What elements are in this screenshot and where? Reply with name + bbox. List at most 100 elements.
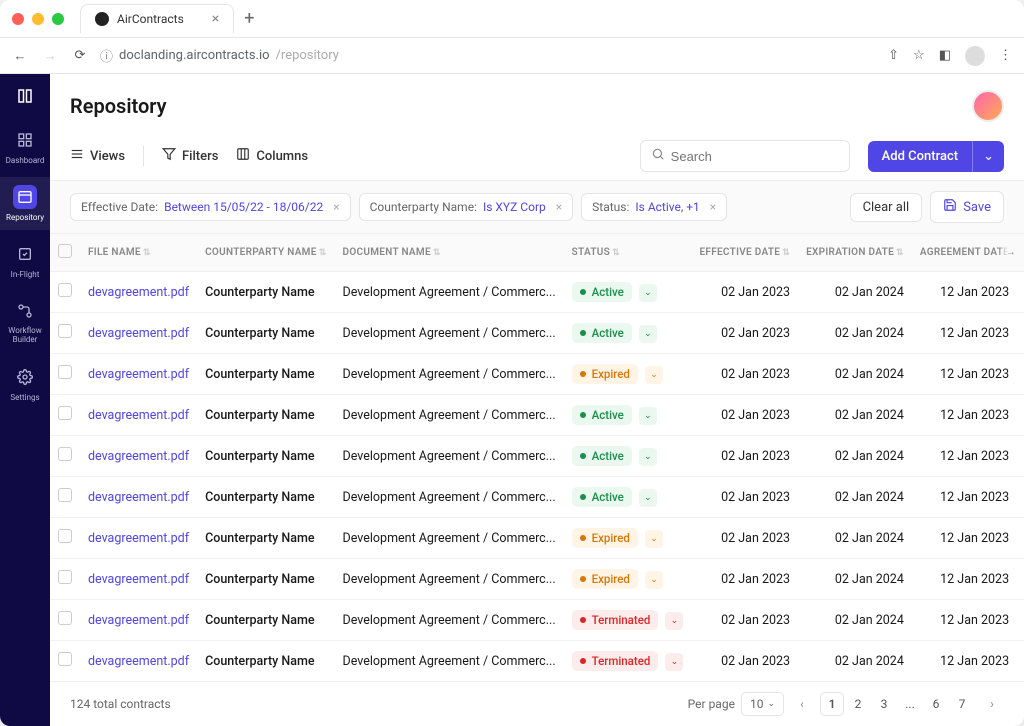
table-row[interactable]: devagreement.pdf Counterparty Name Devel… bbox=[50, 272, 1024, 313]
minimize-window-icon[interactable] bbox=[32, 13, 44, 25]
table-row[interactable]: devagreement.pdf Counterparty Name Devel… bbox=[50, 354, 1024, 395]
col-expiration[interactable]: EXPIRATION DATE⇅ bbox=[798, 234, 912, 272]
sidebar-item-dashboard[interactable]: Dashboard bbox=[0, 120, 50, 173]
status-dropdown-icon[interactable]: ⌄ bbox=[639, 284, 657, 302]
row-checkbox[interactable] bbox=[58, 324, 72, 338]
chip-remove-icon[interactable]: × bbox=[333, 200, 339, 214]
table-row[interactable]: devagreement.pdf Counterparty Name Devel… bbox=[50, 641, 1024, 682]
app-logo-icon[interactable] bbox=[13, 84, 37, 108]
add-contract-split-button: Add Contract ⌄ bbox=[868, 141, 1004, 172]
file-link[interactable]: devagreement.pdf bbox=[88, 613, 189, 628]
table-row[interactable]: devagreement.pdf Counterparty Name Devel… bbox=[50, 313, 1024, 354]
views-button[interactable]: Views bbox=[70, 147, 125, 165]
table-row[interactable]: devagreement.pdf Counterparty Name Devel… bbox=[50, 600, 1024, 641]
forward-icon[interactable]: → bbox=[42, 48, 58, 64]
filters-button[interactable]: Filters bbox=[162, 147, 218, 165]
close-window-icon[interactable] bbox=[12, 13, 24, 25]
maximize-window-icon[interactable] bbox=[52, 13, 64, 25]
address-field[interactable]: ⓘ doclanding.aircontracts.io/repository bbox=[100, 46, 876, 65]
row-checkbox[interactable] bbox=[58, 570, 72, 584]
profile-icon[interactable] bbox=[965, 46, 985, 66]
filter-chip-status[interactable]: Status: Is Active, +1 × bbox=[581, 193, 727, 221]
sidebar-item-workflow[interactable]: Workflow Builder bbox=[0, 291, 50, 353]
col-counterparty[interactable]: COUNTERPARTY NAME⇅ bbox=[197, 234, 334, 272]
close-tab-icon[interactable]: × bbox=[212, 11, 219, 27]
table-row[interactable]: devagreement.pdf Counterparty Name Devel… bbox=[50, 559, 1024, 600]
search-box[interactable] bbox=[640, 140, 850, 172]
file-link[interactable]: devagreement.pdf bbox=[88, 408, 189, 423]
back-icon[interactable]: ← bbox=[12, 48, 28, 64]
status-dropdown-icon[interactable]: ⌄ bbox=[665, 653, 683, 671]
status-dropdown-icon[interactable]: ⌄ bbox=[639, 489, 657, 507]
menu-icon[interactable]: ⋮ bbox=[999, 48, 1012, 63]
add-contract-button[interactable]: Add Contract bbox=[868, 141, 972, 172]
search-input[interactable] bbox=[671, 149, 847, 164]
page-number-button[interactable]: 1 bbox=[820, 692, 844, 716]
sidebar-item-repository[interactable]: Repository bbox=[0, 177, 50, 230]
site-info-icon[interactable]: ⓘ bbox=[100, 46, 113, 65]
row-checkbox[interactable] bbox=[58, 529, 72, 543]
col-effective[interactable]: EFFECTIVE DATE⇅ bbox=[691, 234, 798, 272]
row-checkbox[interactable] bbox=[58, 652, 72, 666]
bookmark-icon[interactable]: ☆ bbox=[913, 48, 925, 63]
file-link[interactable]: devagreement.pdf bbox=[88, 367, 189, 382]
select-all-checkbox[interactable] bbox=[58, 244, 72, 258]
new-tab-icon[interactable]: + bbox=[244, 8, 254, 29]
file-link[interactable]: devagreement.pdf bbox=[88, 449, 189, 464]
share-icon[interactable]: ⇧ bbox=[888, 48, 899, 63]
save-view-button[interactable]: Save bbox=[930, 191, 1004, 223]
status-dropdown-icon[interactable]: ⌄ bbox=[665, 612, 683, 630]
status-dropdown-icon[interactable]: ⌄ bbox=[645, 571, 663, 589]
extensions-icon[interactable]: ◧ bbox=[939, 48, 951, 63]
status-dropdown-icon[interactable]: ⌄ bbox=[645, 530, 663, 548]
col-file-name[interactable]: FILE NAME⇅ bbox=[80, 234, 197, 272]
user-avatar[interactable] bbox=[972, 90, 1004, 122]
filter-chip-counterparty[interactable]: Counterparty Name: Is XYZ Corp × bbox=[359, 193, 574, 221]
row-checkbox[interactable] bbox=[58, 406, 72, 420]
agreement-date-cell: 12 Jan 2023 bbox=[912, 518, 1017, 559]
clear-all-button[interactable]: Clear all bbox=[850, 193, 923, 222]
table-row[interactable]: devagreement.pdf Counterparty Name Devel… bbox=[50, 477, 1024, 518]
reload-icon[interactable]: ⟳ bbox=[72, 48, 88, 64]
table-scroll[interactable]: FILE NAME⇅ COUNTERPARTY NAME⇅ DOCUMENT N… bbox=[50, 234, 1024, 681]
file-link[interactable]: devagreement.pdf bbox=[88, 285, 189, 300]
page-number-button[interactable]: 3 bbox=[872, 692, 896, 716]
status-dropdown-icon[interactable]: ⌄ bbox=[645, 366, 663, 384]
page-number-button[interactable]: 2 bbox=[846, 692, 870, 716]
table-row[interactable]: devagreement.pdf Counterparty Name Devel… bbox=[50, 436, 1024, 477]
next-page-button[interactable]: › bbox=[980, 692, 1004, 716]
add-contract-caret[interactable]: ⌄ bbox=[972, 141, 1004, 172]
row-checkbox[interactable] bbox=[58, 365, 72, 379]
sidebar-item-settings[interactable]: Settings bbox=[0, 357, 50, 410]
page-number-button[interactable]: 7 bbox=[950, 692, 974, 716]
file-link[interactable]: devagreement.pdf bbox=[88, 531, 189, 546]
columns-button[interactable]: Columns bbox=[236, 147, 308, 165]
col-status[interactable]: STATUS⇅ bbox=[564, 234, 692, 272]
sidebar-item-inflight[interactable]: In-Flight bbox=[0, 234, 50, 287]
file-link[interactable]: devagreement.pdf bbox=[88, 572, 189, 587]
col-document[interactable]: DOCUMENT NAME⇅ bbox=[335, 234, 564, 272]
file-link[interactable]: devagreement.pdf bbox=[88, 490, 189, 505]
chip-remove-icon[interactable]: × bbox=[710, 200, 716, 214]
row-checkbox[interactable] bbox=[58, 488, 72, 502]
status-dropdown-icon[interactable]: ⌄ bbox=[639, 448, 657, 466]
row-checkbox[interactable] bbox=[58, 283, 72, 297]
file-link[interactable]: devagreement.pdf bbox=[88, 326, 189, 341]
table-row[interactable]: devagreement.pdf Counterparty Name Devel… bbox=[50, 395, 1024, 436]
status-dropdown-icon[interactable]: ⌄ bbox=[639, 325, 657, 343]
filter-chip-effective-date[interactable]: Effective Date: Between 15/05/22 - 18/06… bbox=[70, 193, 351, 221]
scroll-right-icon[interactable]: → bbox=[998, 234, 1024, 272]
status-cell: Active ⌄ bbox=[564, 313, 692, 354]
table-row[interactable]: devagreement.pdf Counterparty Name Devel… bbox=[50, 518, 1024, 559]
chip-remove-icon[interactable]: × bbox=[556, 200, 562, 214]
status-dropdown-icon[interactable]: ⌄ bbox=[639, 407, 657, 425]
effective-date-cell: 02 Jan 2023 bbox=[691, 641, 798, 682]
page-number-button[interactable]: 6 bbox=[924, 692, 948, 716]
row-checkbox[interactable] bbox=[58, 447, 72, 461]
prev-page-button[interactable]: ‹ bbox=[790, 692, 814, 716]
per-page-select[interactable]: 10 ⌄ bbox=[741, 692, 784, 716]
browser-tab[interactable]: AirContracts × bbox=[80, 4, 234, 33]
file-link[interactable]: devagreement.pdf bbox=[88, 654, 189, 669]
row-checkbox[interactable] bbox=[58, 611, 72, 625]
counterparty-cell: Counterparty Name bbox=[197, 477, 334, 518]
